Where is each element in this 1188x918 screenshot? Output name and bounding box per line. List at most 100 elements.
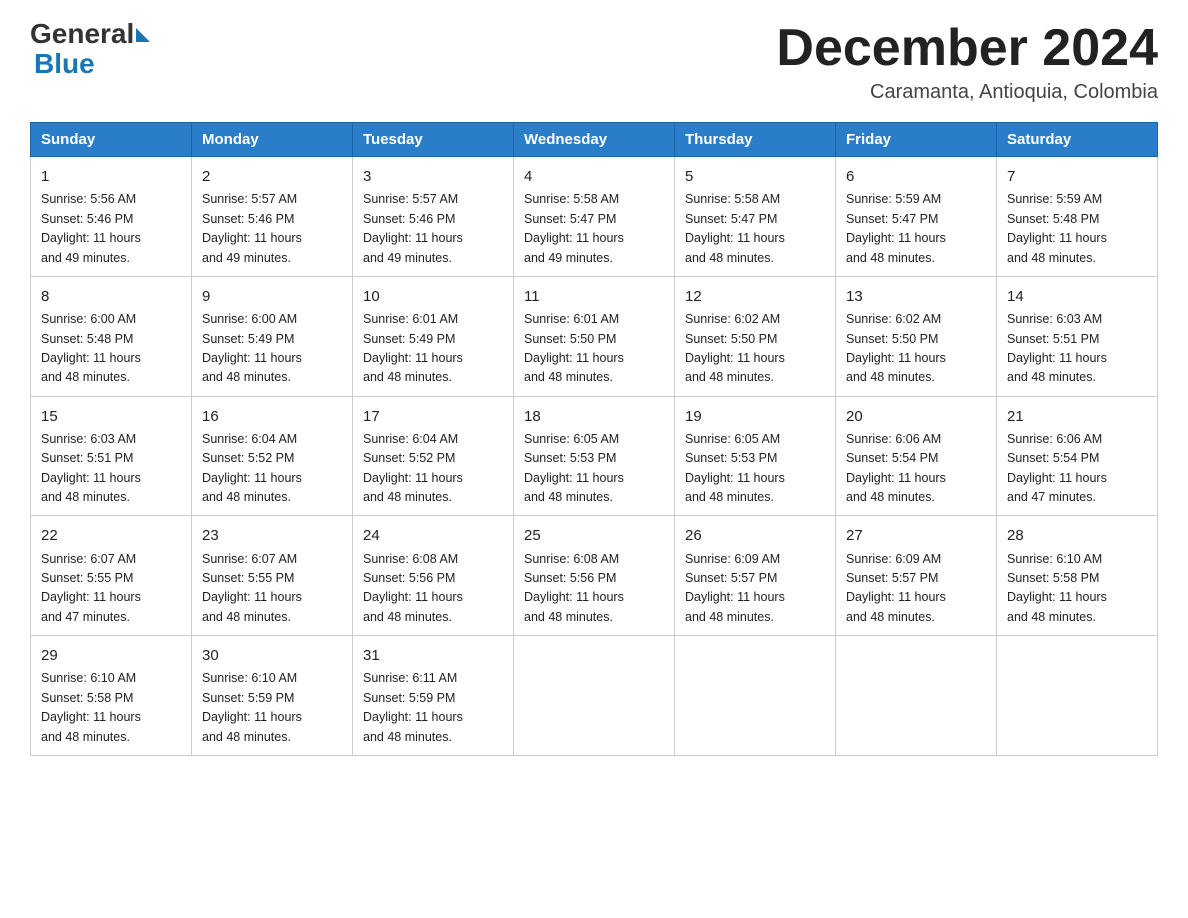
day-info: Sunrise: 6:05 AM Sunset: 5:53 PM Dayligh… [685, 430, 825, 508]
col-header-friday: Friday [836, 123, 997, 157]
day-number: 6 [846, 165, 986, 188]
day-info: Sunrise: 5:59 AM Sunset: 5:48 PM Dayligh… [1007, 190, 1147, 268]
day-number: 13 [846, 285, 986, 308]
day-info: Sunrise: 6:04 AM Sunset: 5:52 PM Dayligh… [363, 430, 503, 508]
day-number: 12 [685, 285, 825, 308]
day-cell: 22Sunrise: 6:07 AM Sunset: 5:55 PM Dayli… [31, 516, 192, 636]
col-header-monday: Monday [192, 123, 353, 157]
day-cell: 17Sunrise: 6:04 AM Sunset: 5:52 PM Dayli… [353, 396, 514, 516]
day-number: 4 [524, 165, 664, 188]
day-cell [836, 636, 997, 756]
day-info: Sunrise: 6:01 AM Sunset: 5:50 PM Dayligh… [524, 310, 664, 388]
col-header-sunday: Sunday [31, 123, 192, 157]
day-cell: 26 Sunrise: 6:09 AM Sunset: 5:57 PM Dayli… [675, 516, 836, 636]
day-cell: 6Sunrise: 5:59 AM Sunset: 5:47 PM Daylig… [836, 157, 997, 277]
day-info: Sunrise: 6:02 AM Sunset: 5:50 PM Dayligh… [846, 310, 986, 388]
day-info: Sunrise: 6:11 AM Sunset: 5:59 PM Dayligh… [363, 669, 503, 747]
day-cell: 5Sunrise: 5:58 AM Sunset: 5:47 PM Daylig… [675, 157, 836, 277]
week-row-2: 8Sunrise: 6:00 AM Sunset: 5:48 PM Daylig… [31, 276, 1158, 396]
col-header-tuesday: Tuesday [353, 123, 514, 157]
day-number: 7 [1007, 165, 1147, 188]
day-number: 25 [524, 524, 664, 547]
day-info: Sunrise: 6:02 AM Sunset: 5:50 PM Dayligh… [685, 310, 825, 388]
day-info: Sunrise: 6:04 AM Sunset: 5:52 PM Dayligh… [202, 430, 342, 508]
week-row-3: 15Sunrise: 6:03 AM Sunset: 5:51 PM Dayli… [31, 396, 1158, 516]
day-number: 24 [363, 524, 503, 547]
header-row: SundayMondayTuesdayWednesdayThursdayFrid… [31, 123, 1158, 157]
day-number: 3 [363, 165, 503, 188]
page-header: General Blue December 2024 Caramanta, An… [30, 20, 1158, 104]
week-row-5: 29Sunrise: 6:10 AM Sunset: 5:58 PM Dayli… [31, 636, 1158, 756]
day-cell: 16Sunrise: 6:04 AM Sunset: 5:52 PM Dayli… [192, 396, 353, 516]
day-number: 28 [1007, 524, 1147, 547]
day-info: Sunrise: 6:00 AM Sunset: 5:49 PM Dayligh… [202, 310, 342, 388]
day-info: Sunrise: 6:10 AM Sunset: 5:59 PM Dayligh… [202, 669, 342, 747]
day-cell: 13Sunrise: 6:02 AM Sunset: 5:50 PM Dayli… [836, 276, 997, 396]
day-cell: 24 Sunrise: 6:08 AM Sunset: 5:56 PM Dayli… [353, 516, 514, 636]
day-number: 31 [363, 644, 503, 667]
day-number: 11 [524, 285, 664, 308]
week-row-4: 22Sunrise: 6:07 AM Sunset: 5:55 PM Dayli… [31, 516, 1158, 636]
logo-blue-text: Blue [34, 48, 95, 79]
day-number: 26 [685, 524, 825, 547]
day-cell: 25 Sunrise: 6:08 AM Sunset: 5:56 PM Dayli… [514, 516, 675, 636]
day-info: Sunrise: 6:05 AM Sunset: 5:53 PM Dayligh… [524, 430, 664, 508]
day-cell: 2Sunrise: 5:57 AM Sunset: 5:46 PM Daylig… [192, 157, 353, 277]
day-cell: 15Sunrise: 6:03 AM Sunset: 5:51 PM Dayli… [31, 396, 192, 516]
day-info: Sunrise: 6:07 AM Sunset: 5:55 PM Dayligh… [41, 550, 181, 628]
day-info: Sunrise: 5:57 AM Sunset: 5:46 PM Dayligh… [363, 190, 503, 268]
day-number: 19 [685, 405, 825, 428]
day-number: 30 [202, 644, 342, 667]
day-number: 29 [41, 644, 181, 667]
logo-general-text: General [30, 20, 134, 48]
day-cell: 3Sunrise: 5:57 AM Sunset: 5:46 PM Daylig… [353, 157, 514, 277]
day-cell: 11Sunrise: 6:01 AM Sunset: 5:50 PM Dayli… [514, 276, 675, 396]
day-number: 8 [41, 285, 181, 308]
day-cell [997, 636, 1158, 756]
day-cell: 23Sunrise: 6:07 AM Sunset: 5:55 PM Dayli… [192, 516, 353, 636]
logo: General Blue [30, 20, 150, 80]
day-number: 14 [1007, 285, 1147, 308]
day-cell: 19Sunrise: 6:05 AM Sunset: 5:53 PM Dayli… [675, 396, 836, 516]
day-info: Sunrise: 6:01 AM Sunset: 5:49 PM Dayligh… [363, 310, 503, 388]
day-number: 1 [41, 165, 181, 188]
day-info: Sunrise: 6:06 AM Sunset: 5:54 PM Dayligh… [846, 430, 986, 508]
day-number: 2 [202, 165, 342, 188]
day-info: Sunrise: 6:08 AM Sunset: 5:56 PM Dayligh… [524, 550, 664, 628]
col-header-wednesday: Wednesday [514, 123, 675, 157]
logo-arrow-icon [136, 28, 150, 42]
day-info: Sunrise: 6:03 AM Sunset: 5:51 PM Dayligh… [41, 430, 181, 508]
week-row-1: 1Sunrise: 5:56 AM Sunset: 5:46 PM Daylig… [31, 157, 1158, 277]
day-info: Sunrise: 6:10 AM Sunset: 5:58 PM Dayligh… [41, 669, 181, 747]
day-number: 10 [363, 285, 503, 308]
day-number: 18 [524, 405, 664, 428]
day-cell: 12Sunrise: 6:02 AM Sunset: 5:50 PM Dayli… [675, 276, 836, 396]
day-info: Sunrise: 5:57 AM Sunset: 5:46 PM Dayligh… [202, 190, 342, 268]
day-info: Sunrise: 5:59 AM Sunset: 5:47 PM Dayligh… [846, 190, 986, 268]
day-cell: 20Sunrise: 6:06 AM Sunset: 5:54 PM Dayli… [836, 396, 997, 516]
day-cell: 1Sunrise: 5:56 AM Sunset: 5:46 PM Daylig… [31, 157, 192, 277]
day-number: 23 [202, 524, 342, 547]
day-cell: 27Sunrise: 6:09 AM Sunset: 5:57 PM Dayli… [836, 516, 997, 636]
location-text: Caramanta, Antioquia, Colombia [776, 81, 1158, 104]
day-cell [675, 636, 836, 756]
day-info: Sunrise: 6:06 AM Sunset: 5:54 PM Dayligh… [1007, 430, 1147, 508]
col-header-thursday: Thursday [675, 123, 836, 157]
day-number: 16 [202, 405, 342, 428]
month-title: December 2024 [776, 20, 1158, 77]
day-info: Sunrise: 5:56 AM Sunset: 5:46 PM Dayligh… [41, 190, 181, 268]
day-number: 20 [846, 405, 986, 428]
day-number: 5 [685, 165, 825, 188]
day-info: Sunrise: 6:08 AM Sunset: 5:56 PM Dayligh… [363, 550, 503, 628]
day-info: Sunrise: 6:00 AM Sunset: 5:48 PM Dayligh… [41, 310, 181, 388]
day-info: Sunrise: 6:10 AM Sunset: 5:58 PM Dayligh… [1007, 550, 1147, 628]
day-cell: 8Sunrise: 6:00 AM Sunset: 5:48 PM Daylig… [31, 276, 192, 396]
day-cell: 9Sunrise: 6:00 AM Sunset: 5:49 PM Daylig… [192, 276, 353, 396]
day-info: Sunrise: 6:09 AM Sunset: 5:57 PM Dayligh… [685, 550, 825, 628]
day-cell: 18Sunrise: 6:05 AM Sunset: 5:53 PM Dayli… [514, 396, 675, 516]
day-cell: 4Sunrise: 5:58 AM Sunset: 5:47 PM Daylig… [514, 157, 675, 277]
day-cell: 28 Sunrise: 6:10 AM Sunset: 5:58 PM Dayli… [997, 516, 1158, 636]
calendar-header: SundayMondayTuesdayWednesdayThursdayFrid… [31, 123, 1158, 157]
day-cell: 7Sunrise: 5:59 AM Sunset: 5:48 PM Daylig… [997, 157, 1158, 277]
calendar-table: SundayMondayTuesdayWednesdayThursdayFrid… [30, 122, 1158, 756]
